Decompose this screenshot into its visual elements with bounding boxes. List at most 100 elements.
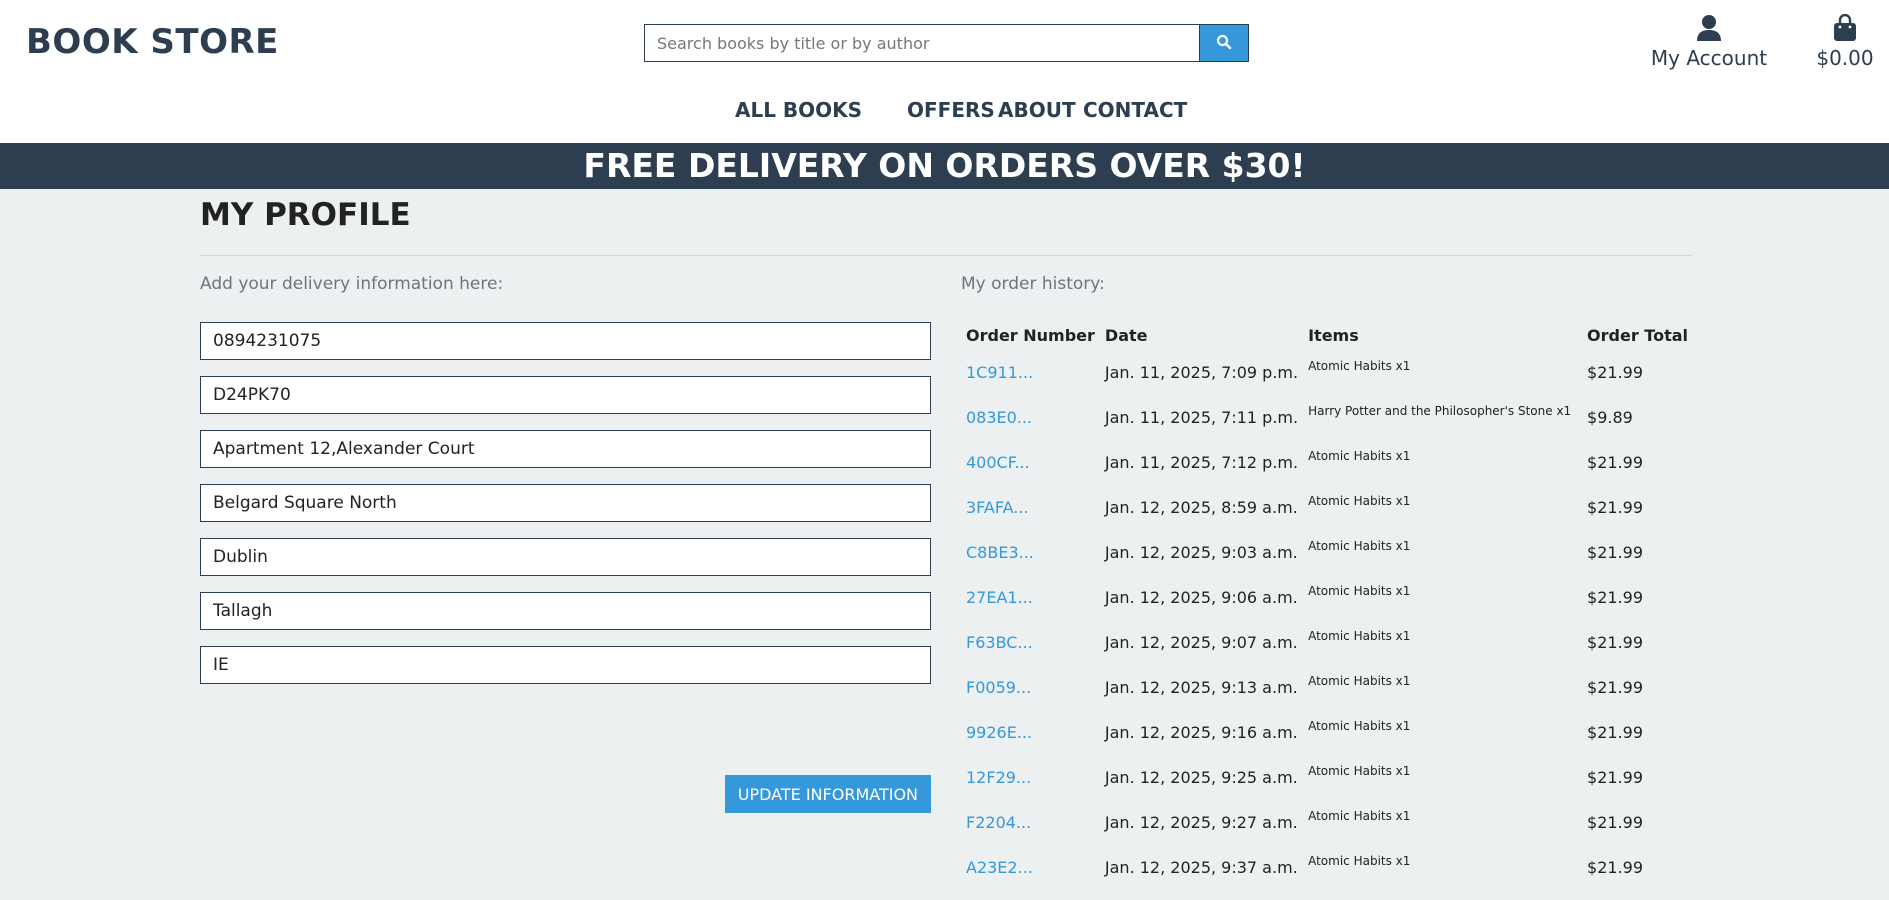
- order-date: Jan. 11, 2025, 7:12 p.m.: [1104, 453, 1299, 472]
- order-date: Jan. 12, 2025, 9:27 a.m.: [1104, 813, 1298, 832]
- order-items: Atomic Habits x1: [1303, 890, 1582, 900]
- order-number-link[interactable]: A23E2...: [966, 858, 1033, 877]
- search-bar: [644, 24, 1249, 62]
- order-date: Jan. 12, 2025, 9:25 a.m.: [1104, 768, 1298, 787]
- order-total: $21.99: [1587, 678, 1644, 697]
- nav-contact[interactable]: CONTACT: [1083, 98, 1187, 122]
- table-row: 0E913...Jan. 12, 2025, 9:57 a.m.Atomic H…: [961, 890, 1693, 900]
- column-header-date: Date: [1104, 325, 1148, 345]
- order-total: $21.99: [1587, 768, 1644, 787]
- table-row: C8BE3... Jan. 12, 2025, 9:03 a.m. Atomic H…: [961, 530, 1693, 575]
- order-number-link[interactable]: 9926E...: [966, 723, 1032, 742]
- address-line1-field[interactable]: [200, 430, 931, 468]
- order-total: $21.99: [1587, 588, 1644, 607]
- table-row: 12F29... Jan. 12, 2025, 9:25 a.m. Atomic H…: [961, 755, 1693, 800]
- order-total: $21.99: [1587, 453, 1644, 472]
- phone-field[interactable]: [200, 322, 931, 360]
- address-line2-field[interactable]: [200, 484, 931, 522]
- nav-offers[interactable]: OFFERS: [907, 98, 995, 122]
- order-total: $21.99: [1587, 858, 1644, 877]
- nav-all-books[interactable]: ALL BOOKS: [735, 98, 862, 122]
- order-date: Jan. 12, 2025, 9:03 a.m.: [1104, 543, 1298, 562]
- order-number-link[interactable]: 1C911...: [966, 363, 1033, 382]
- table-row: F0059... Jan. 12, 2025, 9:13 a.m. Atomic H…: [961, 665, 1693, 710]
- my-account-link[interactable]: My Account: [1648, 12, 1770, 70]
- order-date: Jan. 12, 2025, 9:07 a.m.: [1104, 633, 1298, 652]
- table-row: 1C911... Jan. 11, 2025, 7:09 p.m. Atomic H…: [961, 350, 1693, 395]
- order-items: Atomic Habits x1: [1308, 764, 1411, 778]
- table-row: 083E0... Jan. 11, 2025, 7:11 p.m. Harry Po…: [961, 395, 1693, 440]
- delivery-info-form: Add your delivery information here: UPDA…: [200, 274, 931, 813]
- nav-about[interactable]: ABOUT: [998, 98, 1076, 122]
- county-field[interactable]: [200, 592, 931, 630]
- column-header-order-total: Order Total: [1587, 325, 1688, 345]
- city-field[interactable]: [200, 538, 931, 576]
- table-row: F63BC... Jan. 12, 2025, 9:07 a.m. Atomic H…: [961, 620, 1693, 665]
- order-total: $21.99: [1587, 813, 1644, 832]
- shopping-bag-icon: [1806, 12, 1884, 44]
- order-total: $9.89: [1587, 408, 1633, 427]
- order-history: My order history: Order Number Date Item…: [961, 274, 1693, 900]
- cart-total-label: $0.00: [1816, 46, 1874, 70]
- table-row: A23E2... Jan. 12, 2025, 9:37 a.m. Atomic H…: [961, 845, 1693, 890]
- order-number-link[interactable]: 27EA1...: [966, 588, 1033, 607]
- order-items: Atomic Habits x1: [1308, 584, 1411, 598]
- order-number-link[interactable]: 400CF...: [966, 453, 1030, 472]
- order-history-heading: My order history:: [961, 274, 1105, 294]
- search-button[interactable]: [1199, 24, 1249, 62]
- order-number-link[interactable]: F63BC...: [966, 633, 1033, 652]
- order-date: Jan. 12, 2025, 9:37 a.m.: [1104, 858, 1298, 877]
- postcode-field[interactable]: [200, 376, 931, 414]
- order-items: Atomic Habits x1: [1308, 809, 1411, 823]
- order-total: $21.99: [1587, 498, 1644, 517]
- order-total: $21.99: [1587, 723, 1644, 742]
- cart-link[interactable]: $0.00: [1806, 12, 1884, 70]
- table-row: 9926E... Jan. 12, 2025, 9:16 a.m. Atomic H…: [961, 710, 1693, 755]
- order-number-link[interactable]: C8BE3...: [966, 543, 1034, 562]
- order-items: Atomic Habits x1: [1308, 359, 1411, 373]
- order-number-link[interactable]: F2204...: [966, 813, 1031, 832]
- delivery-info-hint: Add your delivery information here:: [200, 274, 504, 294]
- column-header-items: Items: [1308, 325, 1359, 345]
- order-total: $21.99: [1582, 890, 1693, 900]
- table-row: 400CF... Jan. 11, 2025, 7:12 p.m. Atomic H…: [961, 440, 1693, 485]
- order-date: Jan. 12, 2025, 9:57 a.m.: [1100, 890, 1303, 900]
- order-date: Jan. 12, 2025, 8:59 a.m.: [1104, 498, 1298, 517]
- order-date: Jan. 11, 2025, 7:09 p.m.: [1104, 363, 1299, 382]
- order-number-link[interactable]: 12F29...: [966, 768, 1031, 787]
- order-items: Atomic Habits x1: [1308, 539, 1411, 553]
- delivery-banner: FREE DELIVERY ON ORDERS OVER $30!: [0, 143, 1889, 189]
- table-row: F2204... Jan. 12, 2025, 9:27 a.m. Atomic H…: [961, 800, 1693, 845]
- my-account-label: My Account: [1650, 46, 1768, 70]
- order-total: $21.99: [1587, 543, 1644, 562]
- site-header: BOOK STORE My Account $0.00 ALL BOOKS OF…: [0, 0, 1889, 143]
- divider: [200, 255, 1693, 256]
- column-header-order-number: Order Number: [966, 325, 1095, 345]
- order-date: Jan. 12, 2025, 9:16 a.m.: [1104, 723, 1298, 742]
- profile-page: MY PROFILE Add your delivery information…: [0, 189, 1889, 900]
- order-history-table: Order Number Date Items Order Total 1C91…: [961, 320, 1693, 900]
- site-logo[interactable]: BOOK STORE: [26, 22, 279, 62]
- order-items: Atomic Habits x1: [1308, 494, 1411, 508]
- page-title: MY PROFILE: [200, 197, 411, 233]
- order-items: Atomic Habits x1: [1308, 674, 1411, 688]
- order-items: Atomic Habits x1: [1308, 629, 1411, 643]
- order-date: Jan. 12, 2025, 9:13 a.m.: [1104, 678, 1298, 697]
- order-number-link[interactable]: F0059...: [966, 678, 1031, 697]
- country-field[interactable]: [200, 646, 931, 684]
- order-date: Jan. 12, 2025, 9:06 a.m.: [1104, 588, 1298, 607]
- order-date: Jan. 11, 2025, 7:11 p.m.: [1104, 408, 1299, 427]
- order-number-link[interactable]: 083E0...: [966, 408, 1032, 427]
- search-icon: [1216, 34, 1232, 53]
- order-items: Atomic Habits x1: [1308, 719, 1411, 733]
- table-row: 3FAFA... Jan. 12, 2025, 8:59 a.m. Atomic H…: [961, 485, 1693, 530]
- order-items: Atomic Habits x1: [1308, 854, 1411, 868]
- order-items: Atomic Habits x1: [1308, 449, 1411, 463]
- update-information-button[interactable]: UPDATE INFORMATION: [724, 775, 931, 813]
- order-number-link[interactable]: 3FAFA...: [966, 498, 1029, 517]
- order-total: $21.99: [1587, 633, 1644, 652]
- table-row: 27EA1... Jan. 12, 2025, 9:06 a.m. Atomic H…: [961, 575, 1693, 620]
- table-header-row: Order Number Date Items Order Total: [961, 320, 1693, 350]
- search-input[interactable]: [644, 24, 1199, 62]
- order-items: Harry Potter and the Philosopher's Stone…: [1308, 404, 1572, 418]
